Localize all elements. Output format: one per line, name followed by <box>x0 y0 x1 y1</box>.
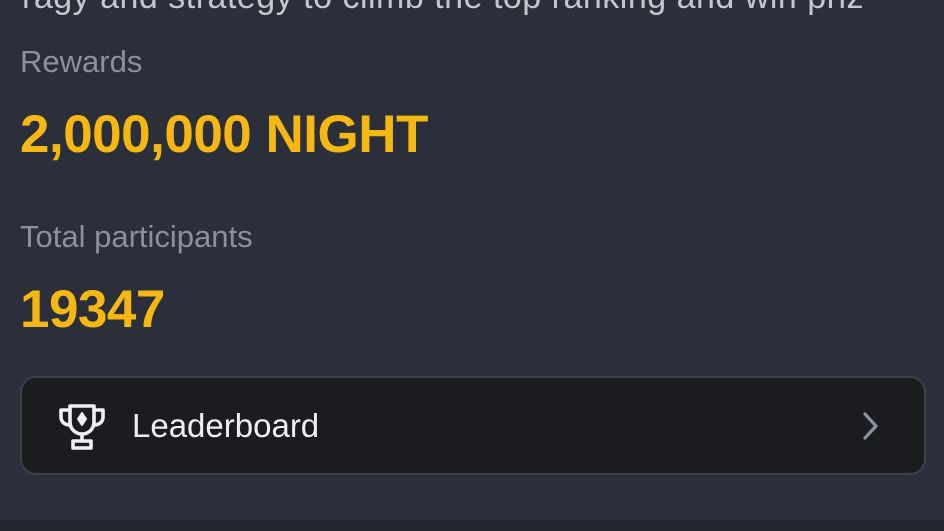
leaderboard-label: Leaderboard <box>132 406 320 444</box>
participants-label: Total participants <box>20 219 253 254</box>
leaderboard-button[interactable]: Leaderboard <box>20 376 926 475</box>
rewards-value: 2,000,000 NIGHT <box>20 105 428 164</box>
rewards-label: Rewards <box>20 44 143 79</box>
description-text-cutoff: ragy and strategy to climb the top ranki… <box>0 0 944 30</box>
bottom-divider <box>0 520 944 531</box>
trophy-icon <box>56 400 108 452</box>
description-text: ragy and strategy to climb the top ranki… <box>22 0 864 17</box>
chevron-right-icon <box>860 411 880 441</box>
participants-value: 19347 <box>20 280 165 339</box>
